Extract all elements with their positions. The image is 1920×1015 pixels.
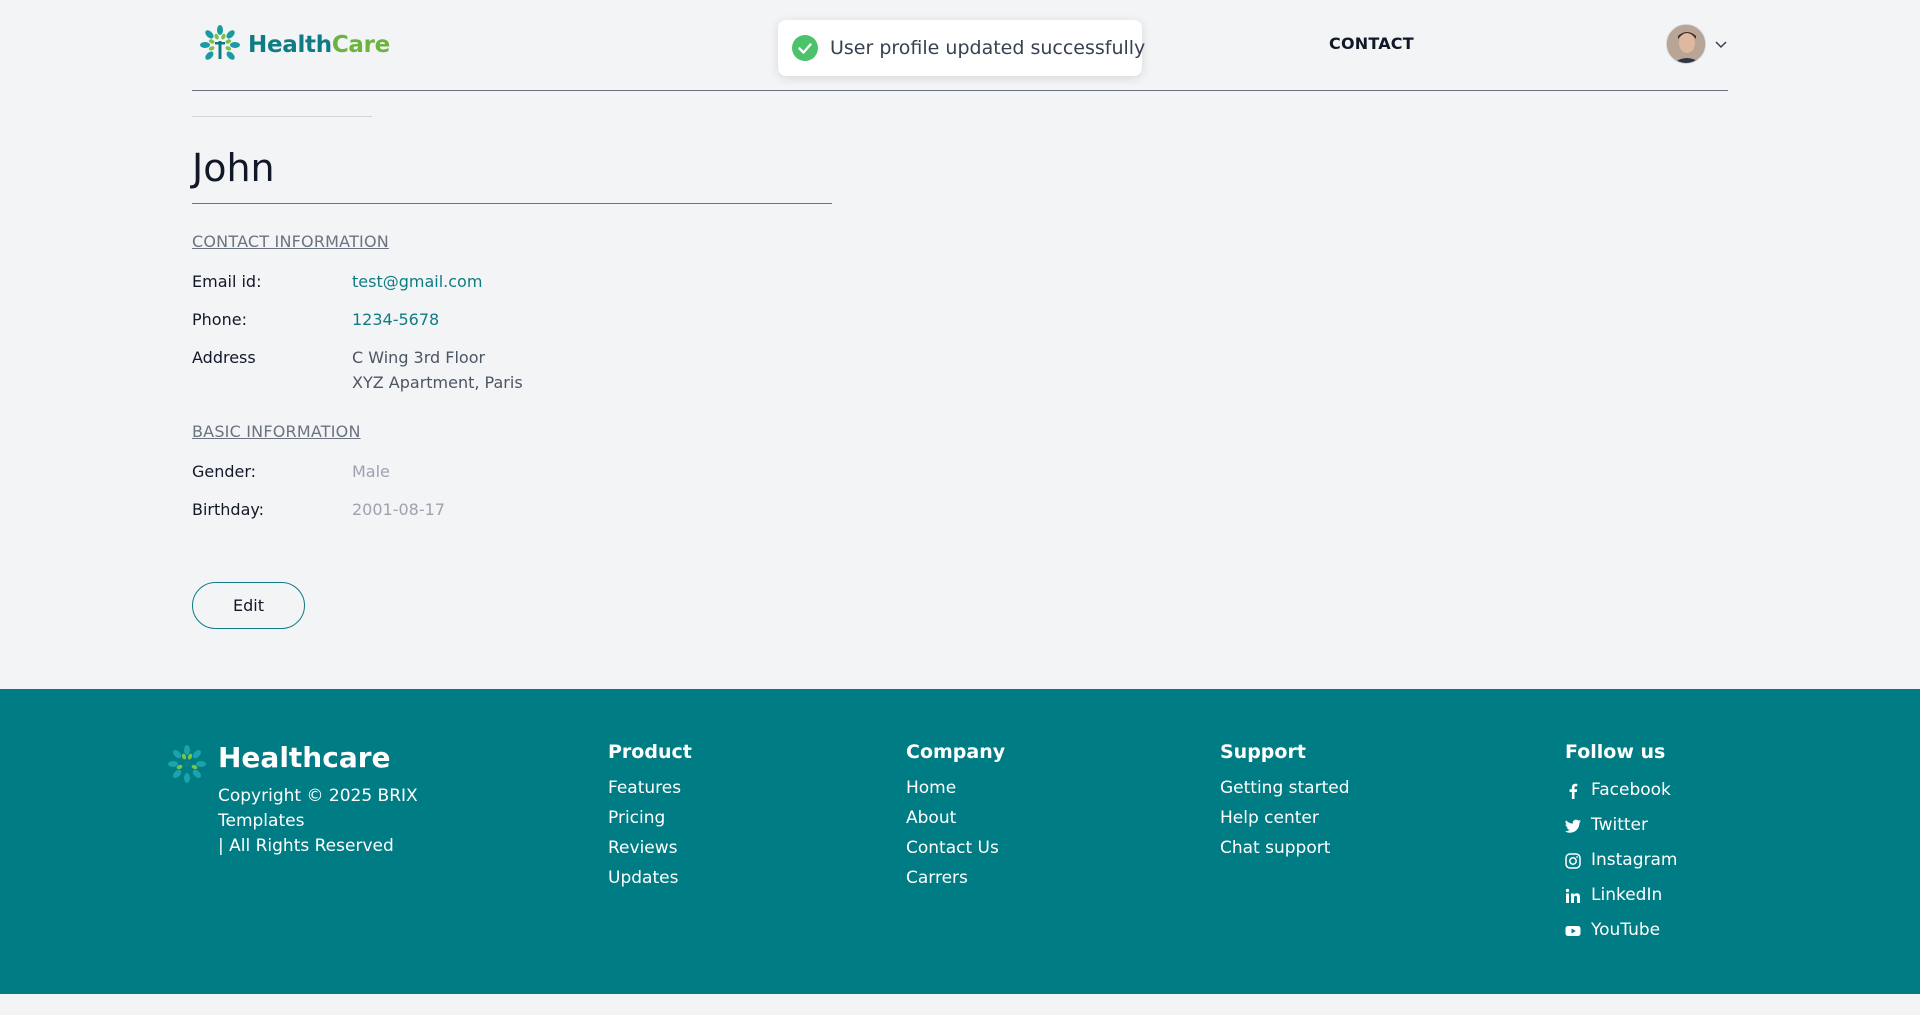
footer-brand-name: Healthcare [218, 741, 391, 774]
footer-link-contact-us[interactable]: Contact Us [906, 838, 999, 858]
profile-name: John [192, 146, 832, 204]
gender-value: Male [352, 462, 390, 481]
footer-follow-column: Follow us Facebook Twitter Instagram Lin… [1565, 741, 1678, 948]
footer-link-features[interactable]: Features [608, 778, 681, 798]
divider [192, 116, 372, 117]
footer-link-reviews[interactable]: Reviews [608, 838, 678, 858]
footer-support-heading: Support [1220, 741, 1306, 763]
user-menu[interactable] [1666, 24, 1728, 64]
check-circle-icon [792, 35, 818, 61]
twitter-icon [1565, 819, 1581, 833]
phone-value-link[interactable]: 1234-5678 [352, 307, 439, 332]
footer-company-column: Company Home About Contact Us Carrers [906, 741, 1005, 893]
healthcare-logo-icon [168, 745, 206, 783]
chevron-down-icon[interactable] [1714, 37, 1728, 51]
contact-information-heading: CONTACT INFORMATION [192, 232, 389, 251]
phone-label: Phone: [192, 310, 247, 329]
footer-link-pricing[interactable]: Pricing [608, 808, 665, 828]
social-link-facebook[interactable]: Facebook [1565, 773, 1678, 808]
social-link-instagram[interactable]: Instagram [1565, 843, 1678, 878]
instagram-icon [1565, 852, 1581, 869]
birthday-label: Birthday: [192, 500, 265, 519]
footer-follow-heading: Follow us [1565, 741, 1666, 763]
social-label-instagram: Instagram [1591, 850, 1678, 870]
edit-button[interactable]: Edit [192, 582, 305, 629]
footer-product-column: Product Features Pricing Reviews Updates [608, 741, 692, 893]
footer-brand: Healthcare Copyright © 2025 BRIX Templat… [166, 741, 418, 859]
footer-support-column: Support Getting started Help center Chat… [1220, 741, 1350, 863]
youtube-icon [1565, 925, 1581, 936]
success-toast: User profile updated successfully [778, 20, 1146, 76]
footer-link-careers[interactable]: Carrers [906, 868, 968, 888]
toast-message: User profile updated successfully [830, 37, 1146, 59]
healthcare-logo-icon [200, 25, 240, 60]
social-link-youtube[interactable]: YouTube [1565, 913, 1678, 948]
footer-link-about[interactable]: About [906, 808, 956, 828]
avatar[interactable] [1666, 24, 1706, 64]
footer-copyright: Copyright © 2025 BRIX Templates | All Ri… [218, 784, 418, 859]
email-label: Email id: [192, 272, 262, 291]
footer-link-getting-started[interactable]: Getting started [1220, 778, 1350, 798]
linkedin-icon [1565, 888, 1580, 903]
site-footer: Healthcare Copyright © 2025 BRIX Templat… [0, 689, 1920, 994]
logo-wordmark: HealthCare [248, 32, 390, 58]
address-label: Address [192, 348, 256, 367]
logo-text-care: Care [331, 32, 390, 58]
logo[interactable]: HealthCare [198, 23, 390, 67]
address-line-1: C Wing 3rd Floor [352, 348, 486, 367]
nav-contact-link[interactable]: CONTACT [1329, 34, 1414, 53]
social-link-twitter[interactable]: Twitter [1565, 808, 1678, 843]
footer-link-chat-support[interactable]: Chat support [1220, 838, 1330, 858]
social-label-youtube: YouTube [1591, 920, 1661, 940]
basic-information-heading: BASIC INFORMATION [192, 422, 361, 441]
address-value: C Wing 3rd Floor XYZ Apartment, Paris [352, 345, 523, 395]
social-label-twitter: Twitter [1591, 815, 1648, 835]
logo-text-health: Health [248, 32, 332, 58]
user-avatar-icon [1667, 25, 1705, 63]
copyright-line-1: Copyright © 2025 BRIX [218, 786, 418, 806]
social-label-linkedin: LinkedIn [1591, 885, 1663, 905]
footer-product-heading: Product [608, 741, 692, 763]
footer-company-heading: Company [906, 741, 1006, 763]
footer-link-home[interactable]: Home [906, 778, 956, 798]
facebook-icon [1569, 783, 1578, 799]
footer-link-updates[interactable]: Updates [608, 868, 678, 888]
social-label-facebook: Facebook [1591, 780, 1671, 800]
email-value-link[interactable]: test@gmail.com [352, 269, 482, 294]
social-link-linkedin[interactable]: LinkedIn [1565, 878, 1678, 913]
gender-label: Gender: [192, 462, 257, 481]
birthday-value: 2001-08-17 [352, 500, 445, 519]
address-line-2: XYZ Apartment, Paris [352, 373, 523, 392]
copyright-line-3: | All Rights Reserved [218, 836, 394, 856]
footer-link-help-center[interactable]: Help center [1220, 808, 1319, 828]
copyright-line-2: Templates [218, 811, 305, 831]
